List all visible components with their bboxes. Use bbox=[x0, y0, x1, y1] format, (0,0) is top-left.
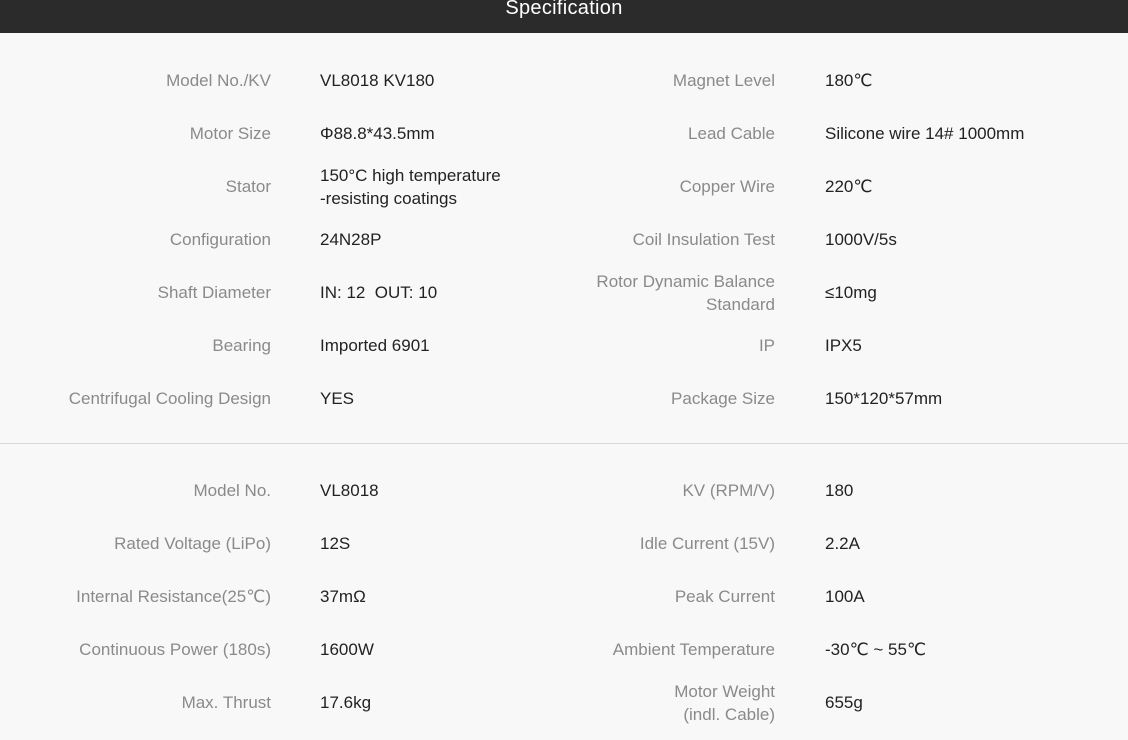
spec-row: Continuous Power (180s) 1600W Ambient Te… bbox=[0, 623, 1128, 676]
spec-row: Model No. VL8018 KV (RPM/V) 180 bbox=[0, 464, 1128, 517]
spec-label: Magnet Level bbox=[672, 71, 775, 90]
spec-label: Package Size bbox=[671, 389, 775, 408]
spec-value: IPX5 bbox=[825, 336, 862, 355]
spec-value: 150°C high temperature -resisting coatin… bbox=[320, 165, 501, 208]
spec-value: Silicone wire 14# 1000mm bbox=[825, 124, 1025, 143]
spec-value: 17.6kg bbox=[320, 693, 372, 712]
section-divider bbox=[0, 443, 1128, 444]
spec-row: Shaft Diameter IN: 12 OUT: 10 Rotor Dyna… bbox=[0, 266, 1128, 319]
spec-value: Imported 6901 bbox=[320, 336, 430, 355]
spec-value: 220℃ bbox=[825, 177, 873, 196]
spec-value: 37mΩ bbox=[320, 587, 366, 606]
spec-row: Internal Resistance(25℃) 37mΩ Peak Curre… bbox=[0, 570, 1128, 623]
spec-row: Motor Size Φ88.8*43.5mm Lead Cable Silic… bbox=[0, 107, 1128, 160]
spec-value: 655g bbox=[825, 693, 863, 712]
spec-row: Configuration 24N28P Coil Insulation Tes… bbox=[0, 213, 1128, 266]
spec-label: Motor Weight (indl. Cable) bbox=[674, 681, 775, 724]
spec-value: Φ88.8*43.5mm bbox=[320, 124, 435, 143]
spec-label: Bearing bbox=[212, 336, 271, 355]
spec-value: 180 bbox=[825, 481, 854, 500]
spec-label: Copper Wire bbox=[679, 177, 775, 196]
spec-label: Peak Current bbox=[674, 587, 775, 606]
spec-label: Model No./KV bbox=[166, 71, 271, 90]
spec-value: VL8018 KV180 bbox=[320, 71, 435, 90]
spec-label: Ambient Temperature bbox=[612, 640, 775, 659]
spec-row: Centrifugal Cooling Design YES Package S… bbox=[0, 372, 1128, 425]
spec-label: Max. Thrust bbox=[181, 693, 271, 712]
spec-value: 180℃ bbox=[825, 71, 873, 90]
spec-label: Continuous Power (180s) bbox=[79, 640, 271, 659]
spec-value: 2.2A bbox=[825, 534, 860, 553]
spec-label: Shaft Diameter bbox=[157, 283, 271, 302]
spec-value: IN: 12 OUT: 10 bbox=[320, 283, 438, 302]
spec-label: Configuration bbox=[169, 230, 271, 249]
spec-label: Stator bbox=[225, 177, 271, 196]
spec-label: Coil Insulation Test bbox=[632, 230, 775, 249]
spec-row: Max. Thrust 17.6kg Motor Weight (indl. C… bbox=[0, 676, 1128, 729]
spec-label: Internal Resistance(25℃) bbox=[76, 587, 271, 606]
spec-label: Rotor Dynamic Balance Standard bbox=[596, 271, 775, 314]
spec-row: Stator 150°C high temperature -resisting… bbox=[0, 160, 1128, 213]
spec-label: KV (RPM/V) bbox=[682, 481, 775, 500]
spec-label: Lead Cable bbox=[688, 124, 775, 143]
spec-row: Bearing Imported 6901 IP IPX5 bbox=[0, 319, 1128, 372]
spec-value: 1000V/5s bbox=[825, 230, 897, 249]
spec-value: 150*120*57mm bbox=[825, 389, 943, 408]
spec-label: Rated Voltage (LiPo) bbox=[114, 534, 271, 553]
spec-value: VL8018 bbox=[320, 481, 379, 500]
spec-row: Rated Voltage (LiPo) 12S Idle Current (1… bbox=[0, 517, 1128, 570]
page-title: Specification bbox=[505, 0, 623, 19]
spec-label: Model No. bbox=[193, 481, 271, 500]
spec-label: Idle Current (15V) bbox=[639, 534, 775, 553]
spec-value: ≤10mg bbox=[825, 283, 877, 302]
spec-value: 1600W bbox=[320, 640, 374, 659]
spec-value: 12S bbox=[320, 534, 351, 553]
spec-value: 100A bbox=[825, 587, 865, 606]
spec-label: Motor Size bbox=[189, 124, 271, 143]
spec-label: Centrifugal Cooling Design bbox=[68, 389, 271, 408]
spec-value: 24N28P bbox=[320, 230, 382, 249]
header-bar: Specification bbox=[0, 0, 1128, 33]
spec-value: YES bbox=[320, 389, 355, 408]
spec-value: -30℃ ~ 55℃ bbox=[825, 640, 927, 659]
spec-row: Model No./KV VL8018 KV180 Magnet Level 1… bbox=[0, 54, 1128, 107]
spec-label: IP bbox=[758, 336, 775, 355]
